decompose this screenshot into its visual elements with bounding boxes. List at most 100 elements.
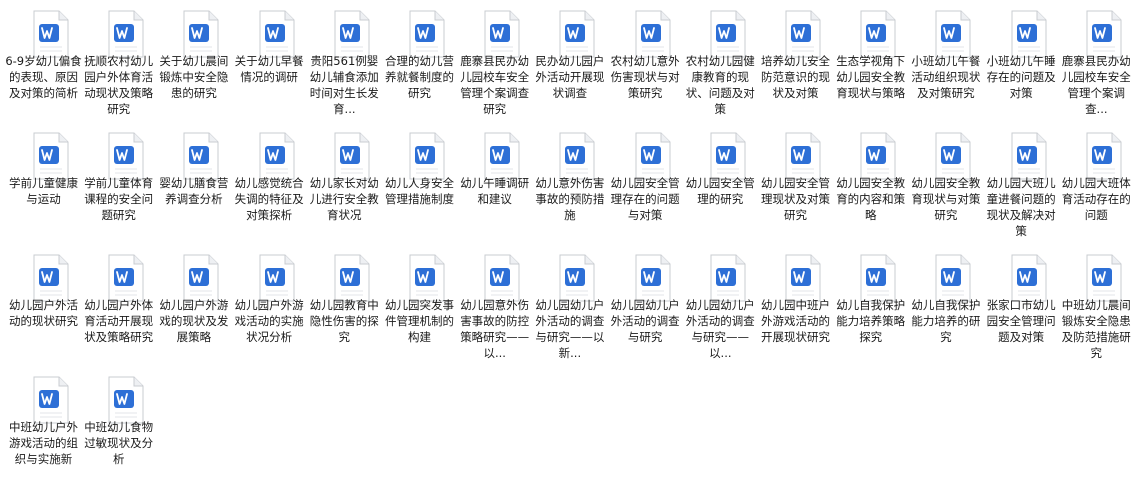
file-item[interactable]: 中班幼儿食物过敏现状及分析 [81,370,156,492]
file-item[interactable]: 幼儿人身安全管理措施制度 [382,126,457,248]
file-item[interactable]: 生态学视角下幼儿园安全教育现状与策略 [833,4,908,126]
file-name: 幼儿自我保护能力培养策略探究 [836,298,906,344]
file-item[interactable]: 民办幼儿园户外活动开展现状调查 [532,4,607,126]
word-document-icon [183,10,219,58]
word-document-icon [860,254,896,302]
file-item[interactable]: 幼儿自我保护能力培养策略探究 [833,248,908,370]
file-name: 幼儿园户外游戏的现状及发展策略 [159,298,229,344]
file-item[interactable]: 学前儿童体育课程的安全问题研究 [81,126,156,248]
word-document-icon [259,132,295,180]
file-item[interactable]: 小班幼儿午睡存在的问题及对策 [984,4,1059,126]
word-document-icon [1011,254,1047,302]
word-document-icon [409,10,445,58]
file-item[interactable]: 中班幼儿户外游戏活动的组织与实施新 [6,370,81,492]
word-document-icon [334,10,370,58]
file-name: 幼儿园户外游戏活动的实施状况分析 [234,298,304,344]
word-document-icon [259,10,295,58]
file-name: 幼儿午睡调研和建议 [460,176,530,206]
file-name: 幼儿园大班儿童进餐问题的现状及解决对策 [986,176,1056,238]
file-name: 农村幼儿园健康教育的现状、问题及对策 [685,54,755,116]
file-item[interactable]: 鹿寨县民办幼儿园校车安全管理个案调查研究 [457,4,532,126]
word-document-icon [559,10,595,58]
file-item[interactable]: 抚顺农村幼儿园户外体育活动现状及策略研究 [81,4,156,126]
file-item[interactable]: 幼儿园户外活动的现状研究 [6,248,81,370]
word-document-icon [559,254,595,302]
file-item[interactable]: 幼儿园教育中隐性伤害的探究 [307,248,382,370]
word-document-icon [710,254,746,302]
file-item[interactable]: 小班幼儿午餐活动组织现状及对策研究 [908,4,983,126]
file-item[interactable]: 幼儿园幼儿户外活动的调查与研究——以... [683,248,758,370]
file-item[interactable]: 幼儿园幼儿户外活动的调查与研究 [608,248,683,370]
word-document-icon [33,254,69,302]
file-item[interactable]: 合理的幼儿营养就餐制度的研究 [382,4,457,126]
file-item[interactable]: 幼儿园安全管理存在的问题与对策 [608,126,683,248]
word-document-icon [33,132,69,180]
file-name: 幼儿自我保护能力培养的研究 [911,298,981,344]
file-name: 6-9岁幼儿偏食的表现、原因及对策的简析 [5,54,82,100]
file-item[interactable]: 幼儿午睡调研和建议 [457,126,532,248]
file-item[interactable]: 幼儿意外伤害事故的预防措施 [532,126,607,248]
file-name: 学前儿童健康与运动 [9,176,78,206]
file-item[interactable]: 幼儿园安全管理的研究 [683,126,758,248]
word-document-icon [1011,10,1047,58]
word-document-icon [484,132,520,180]
file-item[interactable]: 鹿寨县民办幼儿园校车安全管理个案调查... [1059,4,1134,126]
word-document-icon [33,376,69,424]
file-item[interactable]: 幼儿园大班儿童进餐问题的现状及解决对策 [984,126,1059,248]
file-name: 幼儿园意外伤害事故的防控策略研究——以... [460,298,530,360]
file-name: 鹿寨县民办幼儿园校车安全管理个案调查... [1061,54,1131,116]
file-item[interactable]: 幼儿自我保护能力培养的研究 [908,248,983,370]
file-name: 幼儿园中班户外游戏活动的开展现状研究 [761,298,830,344]
file-item[interactable]: 张家口市幼儿园安全管理问题及对策 [984,248,1059,370]
word-document-icon [635,10,671,58]
file-item[interactable]: 幼儿园安全管理现状及对策研究 [758,126,833,248]
file-name: 关于幼儿早餐情况的调研 [234,54,304,84]
file-item[interactable]: 幼儿园幼儿户外活动的调查与研究——以新... [532,248,607,370]
file-item[interactable]: 农村幼儿意外伤害现状与对策研究 [608,4,683,126]
file-name: 培养幼儿安全防范意识的现状及对策 [761,54,830,100]
file-item[interactable]: 培养幼儿安全防范意识的现状及对策 [758,4,833,126]
file-item[interactable]: 幼儿园户外游戏的现状及发展策略 [156,248,231,370]
file-item[interactable]: 幼儿园户外体育活动开展现状及策略研究 [81,248,156,370]
word-document-icon [635,132,671,180]
file-name: 幼儿园安全教育现状与对策研究 [911,176,981,222]
file-item[interactable]: 幼儿园户外游戏活动的实施状况分析 [232,248,307,370]
word-document-icon [108,132,144,180]
word-document-icon [409,132,445,180]
file-name: 幼儿园安全管理现状及对策研究 [761,176,830,222]
word-document-icon [1086,254,1122,302]
file-item[interactable]: 幼儿园中班户外游戏活动的开展现状研究 [758,248,833,370]
file-item[interactable]: 幼儿园安全教育现状与对策研究 [908,126,983,248]
file-name: 学前儿童体育课程的安全问题研究 [84,176,154,222]
file-item[interactable]: 学前儿童健康与运动 [6,126,81,248]
word-document-icon [108,376,144,424]
file-item[interactable]: 关于幼儿早餐情况的调研 [232,4,307,126]
file-item[interactable]: 幼儿感觉统合失调的特征及对策探析 [232,126,307,248]
file-name: 幼儿园户外活动的现状研究 [9,298,78,328]
word-document-icon [183,132,219,180]
file-name: 中班幼儿食物过敏现状及分析 [84,420,154,466]
file-item[interactable]: 6-9岁幼儿偏食的表现、原因及对策的简析 [5,4,82,126]
file-item[interactable]: 幼儿园大班体育活动存在的问题 [1059,126,1134,248]
file-item[interactable]: 幼儿家长对幼儿进行安全教育状况 [307,126,382,248]
file-item[interactable]: 中班幼儿晨间锻炼安全隐患及防范措施研究 [1059,248,1134,370]
file-item[interactable]: 幼儿园突发事件管理机制的构建 [382,248,457,370]
file-name: 鹿寨县民办幼儿园校车安全管理个案调查研究 [460,54,530,116]
word-document-icon [935,254,971,302]
file-name: 幼儿园大班体育活动存在的问题 [1061,176,1131,222]
file-name: 合理的幼儿营养就餐制度的研究 [385,54,454,100]
file-item[interactable]: 贵阳561例婴幼儿辅食添加时间对生长发育... [307,4,382,126]
file-name: 农村幼儿意外伤害现状与对策研究 [610,54,680,100]
file-item[interactable]: 农村幼儿园健康教育的现状、问题及对策 [683,4,758,126]
word-document-icon [183,254,219,302]
file-item[interactable]: 幼儿园意外伤害事故的防控策略研究——以... [457,248,532,370]
file-item[interactable]: 幼儿园安全教育的内容和策略 [833,126,908,248]
file-name: 幼儿园安全管理的研究 [685,176,755,206]
word-document-icon [635,254,671,302]
word-document-icon [259,254,295,302]
file-name: 幼儿园幼儿户外活动的调查与研究 [610,298,680,344]
file-item[interactable]: 婴幼儿膳食营养调查分析 [156,126,231,248]
file-item[interactable]: 关于幼儿晨间锻炼中安全隐患的研究 [156,4,231,126]
file-name: 幼儿感觉统合失调的特征及对策探析 [234,176,304,222]
file-name: 生态学视角下幼儿园安全教育现状与策略 [836,54,906,100]
